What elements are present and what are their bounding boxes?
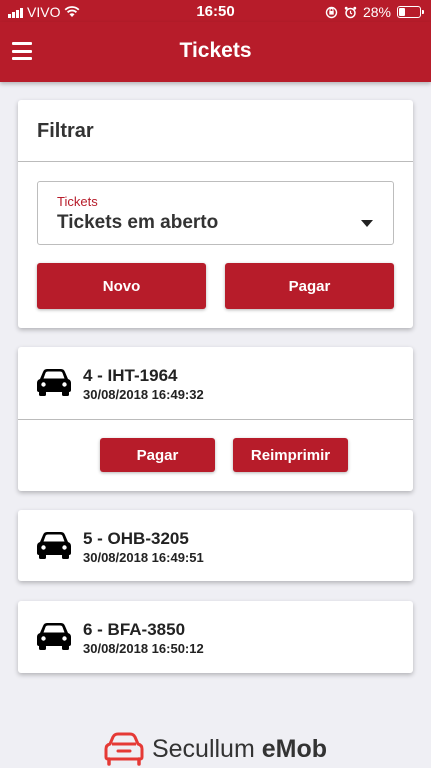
battery-icon [397, 6, 424, 18]
status-right: 28% [325, 4, 424, 20]
orientation-lock-icon [325, 6, 338, 18]
ticket-title: 4 - IHT-1964 [83, 366, 178, 385]
car-icon [37, 532, 71, 559]
filter-title: Filtrar [37, 120, 94, 142]
reprint-button[interactable]: Reimprimir [233, 438, 348, 472]
nav-bar: Tickets [0, 22, 431, 82]
ticket-title: 6 - BFA-3850 [83, 620, 186, 639]
select-label: Tickets [57, 194, 98, 209]
status-bar: VIVO 16:50 28% [0, 0, 431, 22]
car-icon [37, 369, 71, 396]
page-title: Tickets [179, 39, 252, 62]
pay-button[interactable]: Pagar [225, 263, 394, 309]
ticket-datetime: 30/08/2018 16:49:51 [83, 550, 204, 565]
ticket-pay-button[interactable]: Pagar [100, 438, 215, 472]
brand-name: Secullum eMob [152, 735, 327, 764]
car-icon [37, 623, 71, 650]
brand-prefix: Secullum [151, 734, 255, 763]
brand-logo: Secullum eMob [0, 732, 431, 766]
select-value: Tickets em aberto [57, 212, 219, 233]
ticket-datetime: 30/08/2018 16:50:12 [83, 641, 204, 656]
car-outline-logo-icon [104, 732, 144, 766]
filter-divider [18, 161, 413, 162]
ticket-datetime: 30/08/2018 16:49:32 [83, 387, 204, 402]
alarm-icon [344, 6, 357, 18]
ticket-card[interactable]: 6 - BFA-3850 30/08/2018 16:50:12 [18, 601, 413, 673]
ticket-card[interactable]: 5 - OHB-3205 30/08/2018 16:49:51 [18, 510, 413, 581]
ticket-divider [18, 419, 413, 420]
new-ticket-button[interactable]: Novo [37, 263, 206, 309]
battery-percent: 28% [362, 4, 391, 20]
ticket-card[interactable]: 4 - IHT-1964 30/08/2018 16:49:32 Pagar R… [18, 347, 413, 491]
ticket-title: 5 - OHB-3205 [83, 529, 189, 548]
brand-suffix: eMob [261, 734, 328, 763]
filter-card: Filtrar Tickets Tickets em aberto Novo P… [18, 100, 413, 328]
ticket-status-select[interactable]: Tickets Tickets em aberto [37, 181, 394, 245]
caret-down-icon [361, 220, 373, 227]
